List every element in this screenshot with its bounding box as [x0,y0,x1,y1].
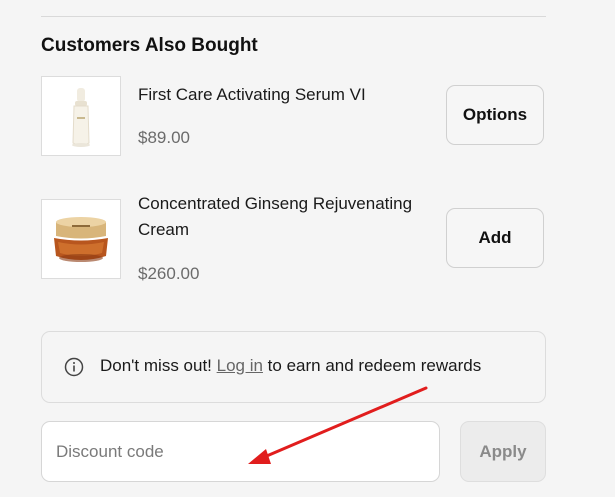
product-name[interactable]: Concentrated Ginseng Rejuvenating Cream [138,191,428,243]
notice-prefix: Don't miss out! [100,356,217,375]
cream-jar-icon [42,200,120,278]
product-item-serum: First Care Activating Serum VI $89.00 Op… [41,76,546,158]
section-divider [41,16,546,17]
login-link[interactable]: Log in [217,356,263,375]
product-price: $260.00 [138,264,200,283]
serum-bottle-icon [42,77,120,155]
rewards-notice-text: Don't miss out! Log in to earn and redee… [100,356,481,376]
apply-button[interactable]: Apply [460,421,546,482]
product-image-cream[interactable] [41,199,121,279]
notice-suffix: to earn and redeem rewards [262,356,482,375]
product-name[interactable]: First Care Activating Serum VI [138,82,428,108]
add-button[interactable]: Add [446,208,544,268]
rewards-notice: Don't miss out! Log in to earn and redee… [41,331,546,403]
product-price: $89.00 [138,128,190,147]
options-button[interactable]: Options [446,85,544,145]
product-image-serum[interactable] [41,76,121,156]
product-item-cream: Concentrated Ginseng Rejuvenating Cream … [41,194,546,283]
section-title: Customers Also Bought [41,35,258,56]
discount-code-input[interactable] [41,421,440,482]
info-icon [64,357,84,377]
